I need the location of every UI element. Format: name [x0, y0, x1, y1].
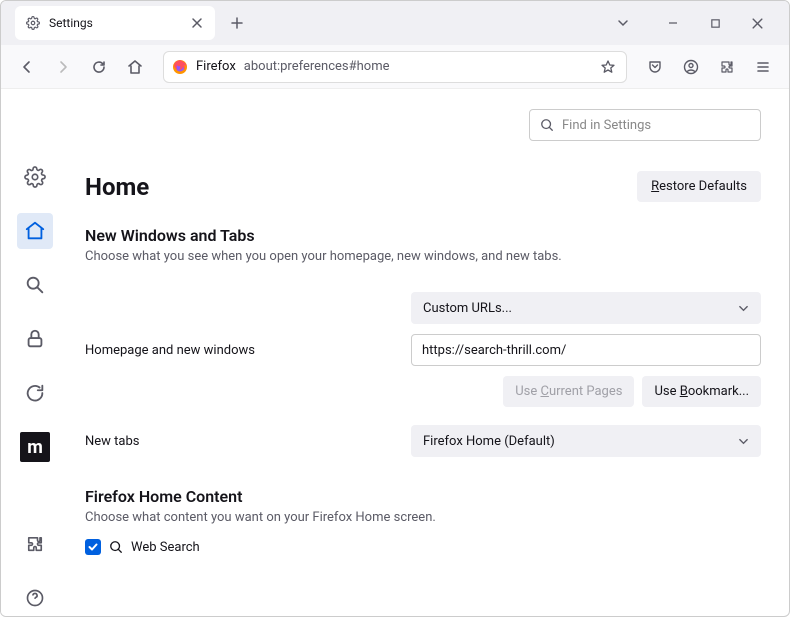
- homepage-url-input[interactable]: [411, 334, 761, 366]
- sidebar-item-help[interactable]: [17, 580, 53, 616]
- settings-sidebar: m: [1, 89, 69, 616]
- tab-title: Settings: [49, 16, 181, 30]
- navigation-toolbar: Firefox about:preferences#home: [1, 45, 789, 89]
- close-window-button[interactable]: [745, 11, 769, 35]
- new-tabs-value: Firefox Home (Default): [423, 434, 555, 449]
- pocket-button[interactable]: [639, 51, 671, 83]
- section-firefox-home-title: Firefox Home Content: [85, 487, 761, 506]
- maximize-button[interactable]: [703, 11, 727, 35]
- chevron-down-icon: [738, 436, 749, 447]
- web-search-checkbox[interactable]: [85, 539, 101, 555]
- urlbar-text: about:preferences#home: [244, 59, 590, 74]
- sidebar-item-more[interactable]: m: [17, 429, 53, 465]
- chevron-down-icon: [738, 303, 749, 314]
- back-button[interactable]: [11, 51, 43, 83]
- sidebar-item-home[interactable]: [17, 213, 53, 249]
- url-bar[interactable]: Firefox about:preferences#home: [163, 51, 627, 83]
- sidebar-item-sync[interactable]: [17, 375, 53, 411]
- reload-button[interactable]: [83, 51, 115, 83]
- main-panel: Find in Settings Home Restore Defaults N…: [69, 89, 789, 616]
- section-firefox-home-subtext: Choose what content you want on your Fir…: [85, 510, 761, 525]
- menu-button[interactable]: [747, 51, 779, 83]
- window-controls: [661, 11, 781, 35]
- search-icon: [109, 540, 123, 554]
- new-tabs-select[interactable]: Firefox Home (Default): [411, 425, 761, 457]
- home-button[interactable]: [119, 51, 151, 83]
- m-icon: m: [20, 432, 50, 462]
- section-new-windows-subtext: Choose what you see when you open your h…: [85, 249, 761, 264]
- new-tab-button[interactable]: [223, 9, 251, 37]
- browser-tab[interactable]: Settings: [15, 6, 215, 40]
- page-title: Home: [85, 173, 149, 201]
- bookmark-star-icon[interactable]: [598, 59, 618, 75]
- account-button[interactable]: [675, 51, 707, 83]
- close-icon[interactable]: [189, 15, 205, 31]
- homepage-and-new-windows-label: Homepage and new windows: [85, 343, 411, 358]
- minimize-button[interactable]: [661, 11, 685, 35]
- urlbar-prefix: Firefox: [196, 59, 236, 74]
- restore-defaults-button[interactable]: Restore Defaults: [637, 171, 761, 202]
- find-placeholder: Find in Settings: [562, 118, 651, 133]
- firefox-logo-icon: [172, 59, 188, 75]
- new-tabs-label: New tabs: [85, 434, 411, 449]
- use-bookmark-button[interactable]: Use Bookmark...: [642, 376, 761, 407]
- titlebar: Settings: [1, 1, 789, 45]
- gear-icon: [25, 15, 41, 31]
- sidebar-item-search[interactable]: [17, 267, 53, 303]
- section-new-windows-title: New Windows and Tabs: [85, 226, 761, 245]
- sidebar-item-extensions[interactable]: [17, 526, 53, 562]
- web-search-label: Web Search: [131, 540, 200, 555]
- firefox-window: Settings Firefox about:preferences#: [0, 0, 790, 617]
- forward-button[interactable]: [47, 51, 79, 83]
- sidebar-item-general[interactable]: [17, 159, 53, 195]
- homepage-mode-select[interactable]: Custom URLs...: [411, 292, 761, 324]
- homepage-mode-value: Custom URLs...: [423, 301, 512, 316]
- search-icon: [540, 118, 554, 132]
- use-current-pages-button[interactable]: Use Current Pages: [503, 376, 634, 407]
- content-area: m Find in Settings Home Restore Defaults: [1, 89, 789, 616]
- tabs-dropdown-icon[interactable]: [611, 11, 635, 35]
- find-in-settings-input[interactable]: Find in Settings: [529, 109, 761, 141]
- sidebar-item-privacy[interactable]: [17, 321, 53, 357]
- extensions-button[interactable]: [711, 51, 743, 83]
